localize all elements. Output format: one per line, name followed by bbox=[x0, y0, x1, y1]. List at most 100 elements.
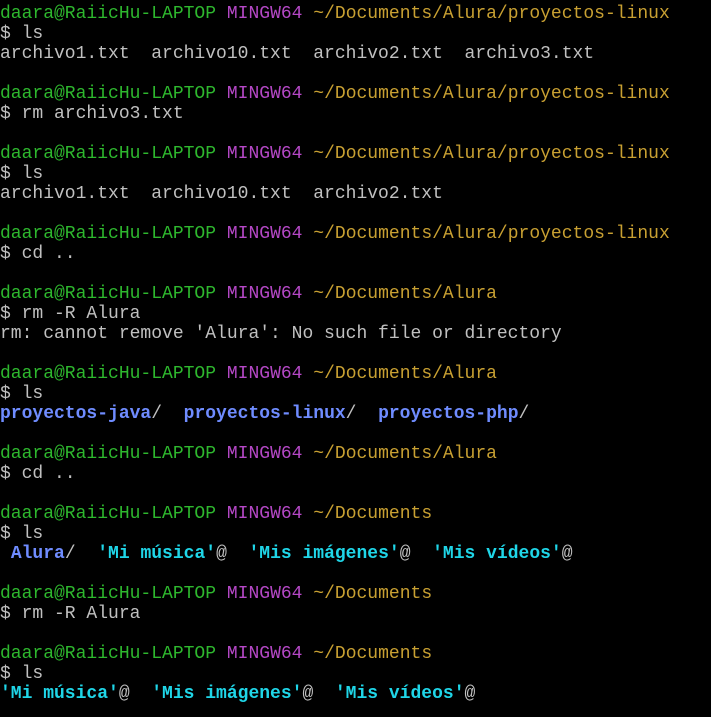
output-line: Alura/ 'Mi música'@ 'Mis imágenes'@ 'Mis… bbox=[0, 544, 711, 564]
prompt-path: ~/Documents bbox=[313, 584, 433, 604]
prompt-user-host: daara@RaiicHu-LAPTOP bbox=[0, 84, 217, 104]
symlink-entry: 'Mi música' bbox=[97, 544, 217, 564]
prompt-user-host: daara@RaiicHu-LAPTOP bbox=[0, 144, 217, 164]
command-text: $ ls bbox=[0, 664, 44, 684]
prompt-user-host: daara@RaiicHu-LAPTOP bbox=[0, 284, 217, 304]
command-line: $ rm -R Alura bbox=[0, 304, 711, 324]
directory-entry: proyectos-java bbox=[0, 404, 152, 424]
command-text: $ ls bbox=[0, 164, 44, 184]
prompt-path: ~/Documents/Alura/proyectos-linux bbox=[313, 224, 670, 244]
output-text: @ bbox=[302, 684, 335, 704]
symlink-entry: 'Mi música' bbox=[0, 684, 119, 704]
prompt-path: ~/Documents/Alura bbox=[313, 364, 497, 384]
output-text: / bbox=[345, 404, 379, 424]
prompt-shell: MINGW64 bbox=[226, 224, 303, 244]
output-text: / bbox=[151, 404, 184, 424]
output-text: / bbox=[64, 544, 98, 564]
output-text: @ bbox=[399, 544, 433, 564]
prompt-path: ~/Documents/Alura bbox=[313, 284, 497, 304]
command-line: $ ls bbox=[0, 524, 711, 544]
prompt-line: daara@RaiicHu-LAPTOP MINGW64 ~/Documents… bbox=[0, 84, 711, 104]
output-text: @ bbox=[118, 684, 152, 704]
prompt-line: daara@RaiicHu-LAPTOP MINGW64 ~/Documents… bbox=[0, 224, 711, 244]
prompt-path: ~/Documents/Alura/proyectos-linux bbox=[313, 144, 670, 164]
output-line: archivo1.txt archivo10.txt archivo2.txt … bbox=[0, 44, 711, 64]
prompt-shell: MINGW64 bbox=[226, 84, 303, 104]
command-line: $ cd .. bbox=[0, 464, 711, 484]
prompt-shell: MINGW64 bbox=[226, 144, 303, 164]
prompt-line: daara@RaiicHu-LAPTOP MINGW64 ~/Documents… bbox=[0, 144, 711, 164]
output-text: @ bbox=[561, 544, 573, 564]
command-line: $ rm -R Alura bbox=[0, 604, 711, 624]
prompt-shell: MINGW64 bbox=[226, 364, 303, 384]
output-text: rm: cannot remove 'Alura': No such file … bbox=[0, 324, 562, 344]
command-line: $ rm archivo3.txt bbox=[0, 104, 711, 124]
prompt-line: daara@RaiicHu-LAPTOP MINGW64 ~/Documents bbox=[0, 584, 711, 604]
prompt-user-host: daara@RaiicHu-LAPTOP bbox=[0, 364, 217, 384]
command-text: $ rm -R Alura bbox=[0, 604, 141, 624]
terminal-window[interactable]: daara@RaiicHu-LAPTOP MINGW64 ~/Documents… bbox=[0, 4, 711, 717]
command-text: $ cd .. bbox=[0, 464, 76, 484]
output-text: archivo1.txt archivo10.txt archivo2.txt bbox=[0, 184, 443, 204]
symlink-entry: 'Mis imágenes' bbox=[151, 684, 303, 704]
command-text: $ ls bbox=[0, 524, 44, 544]
directory-entry: Alura bbox=[10, 544, 65, 564]
command-line: $ ls bbox=[0, 24, 711, 44]
command-line: $ ls bbox=[0, 664, 711, 684]
command-line: $ cd .. bbox=[0, 244, 711, 264]
command-line: $ ls bbox=[0, 164, 711, 184]
output-text: @ bbox=[216, 544, 249, 564]
prompt-shell: MINGW64 bbox=[226, 644, 303, 664]
command-text: $ ls bbox=[0, 384, 44, 404]
directory-entry: proyectos-php bbox=[378, 404, 519, 424]
prompt-shell: MINGW64 bbox=[226, 4, 303, 24]
prompt-path: ~/Documents/Alura/proyectos-linux bbox=[313, 84, 670, 104]
prompt-user-host: daara@RaiicHu-LAPTOP bbox=[0, 644, 217, 664]
command-text: $ cd .. bbox=[0, 244, 76, 264]
command-text: $ rm archivo3.txt bbox=[0, 104, 184, 124]
output-text: @ bbox=[464, 684, 476, 704]
prompt-shell: MINGW64 bbox=[226, 444, 303, 464]
output-line: archivo1.txt archivo10.txt archivo2.txt bbox=[0, 184, 711, 204]
prompt-line: daara@RaiicHu-LAPTOP MINGW64 ~/Documents bbox=[0, 644, 711, 664]
output-line: 'Mi música'@ 'Mis imágenes'@ 'Mis vídeos… bbox=[0, 684, 711, 704]
prompt-path: ~/Documents bbox=[313, 644, 433, 664]
output-line: rm: cannot remove 'Alura': No such file … bbox=[0, 324, 711, 344]
command-line: $ ls bbox=[0, 384, 711, 404]
prompt-user-host: daara@RaiicHu-LAPTOP bbox=[0, 444, 217, 464]
output-line: proyectos-java/ proyectos-linux/ proyect… bbox=[0, 404, 711, 424]
symlink-entry: 'Mis vídeos' bbox=[432, 544, 562, 564]
prompt-shell: MINGW64 bbox=[226, 284, 303, 304]
symlink-entry: 'Mis imágenes' bbox=[248, 544, 400, 564]
prompt-shell: MINGW64 bbox=[226, 504, 303, 524]
prompt-user-host: daara@RaiicHu-LAPTOP bbox=[0, 584, 217, 604]
prompt-user-host: daara@RaiicHu-LAPTOP bbox=[0, 4, 217, 24]
prompt-line: daara@RaiicHu-LAPTOP MINGW64 ~/Documents… bbox=[0, 4, 711, 24]
prompt-shell: MINGW64 bbox=[226, 584, 303, 604]
directory-entry: proyectos-linux bbox=[183, 404, 346, 424]
prompt-line: daara@RaiicHu-LAPTOP MINGW64 ~/Documents… bbox=[0, 364, 711, 384]
prompt-path: ~/Documents/Alura bbox=[313, 444, 497, 464]
symlink-entry: 'Mis vídeos' bbox=[334, 684, 465, 704]
prompt-line: daara@RaiicHu-LAPTOP MINGW64 ~/Documents… bbox=[0, 444, 711, 464]
output-text: archivo1.txt archivo10.txt archivo2.txt … bbox=[0, 44, 595, 64]
command-text: $ rm -R Alura bbox=[0, 304, 141, 324]
prompt-line: daara@RaiicHu-LAPTOP MINGW64 ~/Documents… bbox=[0, 284, 711, 304]
prompt-path: ~/Documents/Alura/proyectos-linux bbox=[313, 4, 670, 24]
prompt-user-host: daara@RaiicHu-LAPTOP bbox=[0, 504, 217, 524]
prompt-line: daara@RaiicHu-LAPTOP MINGW64 ~/Documents bbox=[0, 504, 711, 524]
command-text: $ ls bbox=[0, 24, 44, 44]
output-text: / bbox=[518, 404, 530, 424]
prompt-user-host: daara@RaiicHu-LAPTOP bbox=[0, 224, 217, 244]
prompt-path: ~/Documents bbox=[313, 504, 433, 524]
